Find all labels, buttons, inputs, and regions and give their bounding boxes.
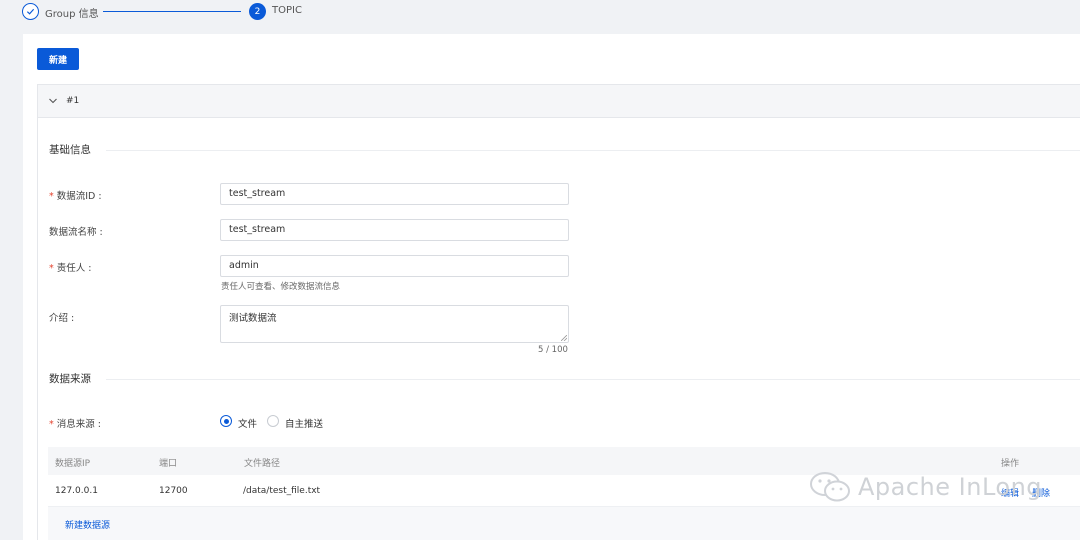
resize-handle-icon[interactable] [561,335,567,341]
steps-bar: Group 信息 2 TOPIC [0,0,1080,30]
radio-push[interactable] [267,415,279,427]
owner-hint: 责任人可查看、修改数据流信息 [221,282,341,292]
intro-label: 介绍 : [49,313,75,324]
watermark-text: Apache InLong [858,473,1043,501]
section-title-source: 数据来源 [49,373,91,385]
step-2-number[interactable]: 2 [249,3,266,20]
main-card: 新建 #1 基础信息 * 数据流ID : test_stream 数据流名称 : … [23,34,1080,540]
required-mark: * [49,419,54,430]
intro-counter: 5 / 100 [538,345,568,355]
cell-ip: 127.0.0.1 [55,486,98,496]
message-source-label: * 消息来源 : [49,419,101,430]
radio-file-label[interactable]: 文件 [238,416,257,430]
watermark: Apache InLong [808,470,1042,504]
chevron-down-icon[interactable] [48,96,58,106]
step-1-check-icon[interactable] [22,3,39,20]
section-divider [106,150,1080,151]
new-button[interactable]: 新建 [37,48,79,70]
panel-title: #1 [66,96,80,106]
owner-label: * 责任人 : [49,263,92,274]
intro-value: 测试数据流 [229,313,277,324]
th-actions: 操作 [1001,459,1020,469]
stream-name-input[interactable]: test_stream [220,219,569,241]
section-title-basic: 基础信息 [49,144,91,156]
th-port: 端口 [159,459,178,469]
th-ip: 数据源IP [55,459,91,469]
step-1-label[interactable]: Group 信息 [45,5,99,20]
radio-push-label[interactable]: 自主推送 [285,416,323,430]
th-path: 文件路径 [244,459,281,469]
stream-id-label: * 数据流ID : [49,191,102,202]
table-footer: 新建数据源 [48,507,1080,540]
radio-file[interactable] [220,415,232,427]
required-mark: * [49,191,54,202]
cell-path: /data/test_file.txt [243,486,321,496]
cell-port: 12700 [159,486,188,496]
stream-name-label: 数据流名称 : [49,227,103,238]
step-2-label[interactable]: TOPIC [272,5,302,16]
intro-textarea[interactable]: 测试数据流 [220,305,569,343]
step-connector [103,11,241,12]
add-source-link[interactable]: 新建数据源 [65,518,110,531]
panel-header[interactable]: #1 [38,85,1080,118]
stream-id-input[interactable]: test_stream [220,183,569,205]
required-mark: * [49,263,54,274]
section-divider [106,379,1080,380]
wechat-icon [810,472,850,502]
owner-input[interactable]: admin [220,255,569,277]
